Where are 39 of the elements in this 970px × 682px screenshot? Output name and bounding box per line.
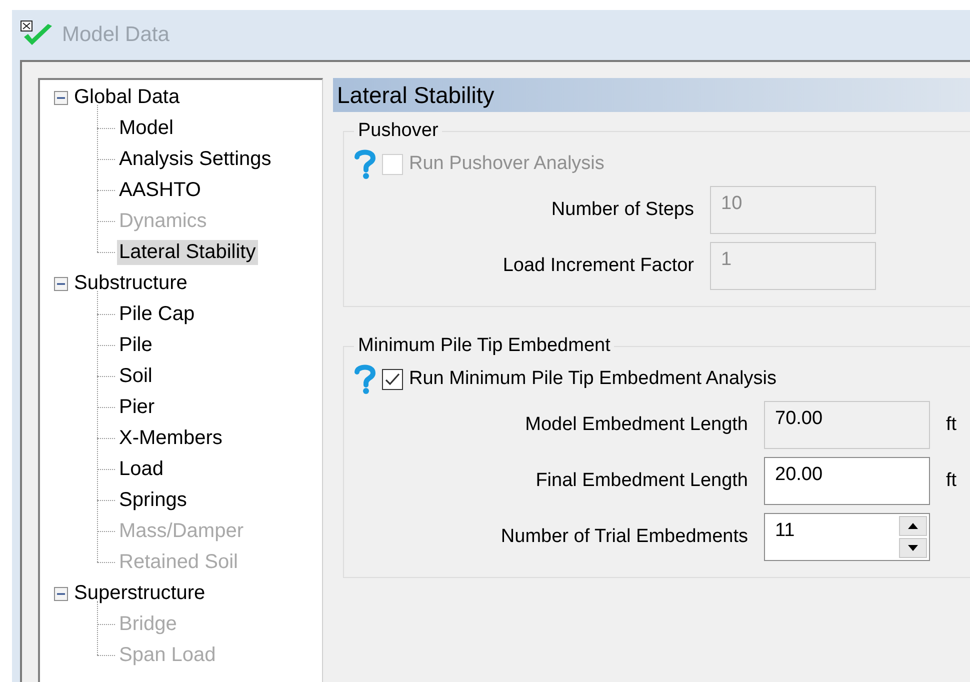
field-label: Load Increment Factor [502, 255, 694, 277]
spinner-field[interactable]: 11 [764, 513, 930, 561]
collapse-icon[interactable] [54, 586, 68, 600]
tree-item[interactable]: Superstructure [72, 581, 208, 606]
window-title: Model Data [62, 23, 170, 47]
field-label: Final Embedment Length [534, 470, 748, 492]
checkbox-label[interactable]: Run Minimum Pile Tip Embedment Analysis [409, 368, 776, 390]
tree-item[interactable]: Analysis Settings [117, 147, 274, 172]
increment-button[interactable] [899, 516, 927, 536]
field-label: Model Embedment Length [524, 414, 748, 436]
tree-item[interactable]: Model [117, 116, 176, 141]
tree-item[interactable]: Global Data [72, 85, 182, 110]
decrement-button[interactable] [899, 538, 927, 558]
tree-item[interactable]: Springs [117, 488, 189, 513]
input-field[interactable]: 20.00 [764, 457, 930, 505]
up-arrow-icon [908, 523, 918, 529]
tree-item[interactable]: Pile Cap [117, 302, 197, 327]
tree-item[interactable]: X-Members [117, 426, 224, 451]
tree-item[interactable]: Soil [117, 364, 154, 389]
collapse-icon[interactable] [54, 276, 68, 290]
field-label: Number of Trial Embedments [500, 526, 748, 548]
input-field[interactable]: 70.00 [764, 401, 930, 449]
group-title: Pushover [357, 120, 440, 142]
collapse-icon[interactable] [54, 90, 68, 104]
group-title: Minimum Pile Tip Embedment [357, 335, 612, 357]
tree-item[interactable]: Load [117, 457, 166, 482]
tree-item[interactable]: AASHTO [117, 178, 203, 203]
tree-item[interactable]: Pier [117, 395, 157, 420]
tree-item[interactable]: Substructure [72, 271, 190, 296]
down-arrow-icon [908, 545, 918, 551]
help-icon[interactable] [354, 148, 376, 180]
tree-item[interactable]: Lateral Stability [117, 240, 258, 265]
section-header: Lateral Stability [333, 78, 970, 112]
checkbox[interactable] [382, 368, 403, 390]
tree-item[interactable]: Pile [117, 333, 154, 358]
unit-label: ft [946, 414, 958, 436]
unit-label: ft [946, 470, 958, 492]
field-label: Number of Steps [550, 199, 694, 221]
help-icon[interactable] [354, 363, 376, 395]
